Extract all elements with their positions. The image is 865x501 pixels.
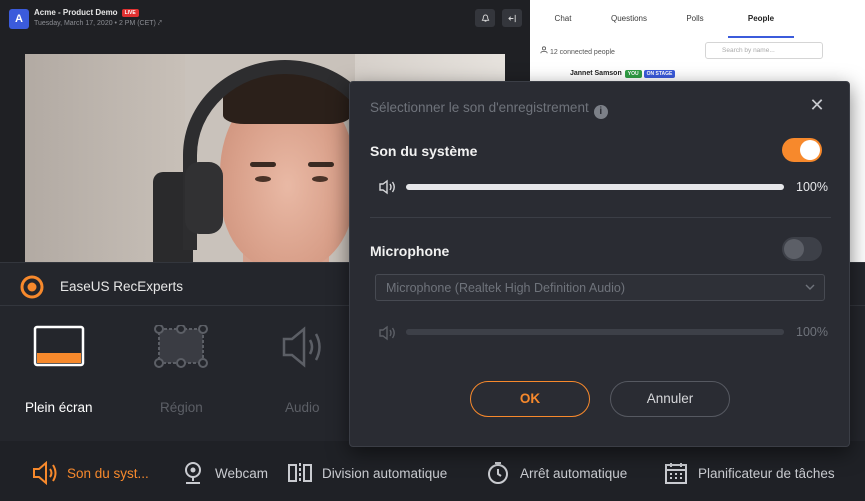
microphone-heading: Microphone	[370, 243, 450, 259]
mode-audio-button[interactable]	[258, 325, 348, 374]
leave-icon[interactable]	[502, 9, 522, 27]
dialog-divider	[370, 217, 831, 218]
mic-volume-fill	[406, 329, 784, 335]
auto-stop-label: Arrêt automatique	[520, 465, 628, 481]
recording-sound-dialog: Sélectionner le son d'enregistrement i ✕ …	[349, 81, 850, 447]
webcam-label: Webcam	[215, 465, 269, 481]
ok-button[interactable]: OK	[470, 381, 590, 417]
auto-split-label: Division automatique	[322, 465, 448, 481]
tab-people[interactable]: People	[728, 0, 794, 38]
system-sound-button[interactable]: Son du syst...	[32, 461, 149, 485]
connected-count-text: 12 connected people	[549, 49, 615, 56]
people-search-input[interactable]: Search by name...	[705, 42, 823, 59]
toggle-knob	[800, 140, 820, 160]
mic-volume-icon	[379, 325, 395, 341]
microphone-device-select[interactable]: Microphone (Realtek High Definition Audi…	[375, 274, 825, 301]
person-icon	[540, 46, 548, 54]
tab-questions[interactable]: Questions	[596, 0, 662, 38]
auto-split-button[interactable]: Division automatique	[287, 461, 447, 485]
microphone-device-value: Microphone (Realtek High Definition Audi…	[386, 281, 626, 295]
dialog-title-wrap: Sélectionner le son d'enregistrement i	[370, 100, 608, 119]
stopwatch-icon	[488, 462, 508, 484]
toggle-knob	[784, 239, 804, 259]
you-badge: YOU	[624, 70, 642, 78]
fullscreen-icon	[33, 325, 85, 367]
task-scheduler-label: Planificateur de tâches	[698, 465, 835, 481]
dialog-title: Sélectionner le son d'enregistrement	[370, 100, 589, 115]
speaker-icon	[33, 461, 57, 485]
system-sound-label: Son du syst...	[67, 465, 149, 481]
system-volume-slider[interactable]	[406, 184, 784, 190]
close-icon[interactable]: ✕	[808, 96, 826, 114]
people-list-item: Jannet Samson YOU ON STAGE	[540, 70, 676, 78]
tab-polls[interactable]: Polls	[662, 0, 728, 38]
split-icon	[288, 463, 312, 483]
mode-region-button[interactable]	[136, 324, 226, 374]
recorder-app-name: EaseUS RecExperts	[60, 279, 184, 294]
mic-volume-value: 100%	[796, 325, 828, 339]
tab-chat[interactable]: Chat	[530, 0, 596, 38]
volume-icon	[379, 179, 395, 195]
side-tabs: Chat Questions Polls People	[530, 0, 865, 38]
chevron-down-icon	[805, 284, 815, 290]
bell-icon[interactable]	[475, 9, 495, 27]
info-icon[interactable]: i	[593, 105, 608, 119]
system-volume-value: 100%	[796, 180, 828, 194]
on-stage-badge: ON STAGE	[643, 70, 676, 78]
connected-count: 12 connected people	[540, 46, 615, 56]
easeus-logo-icon	[20, 275, 44, 299]
auto-stop-button[interactable]: Arrêt automatique	[485, 461, 627, 485]
system-volume-fill	[406, 184, 784, 190]
system-sound-heading: Son du système	[370, 143, 478, 159]
meeting-title-wrap: Acme - Product Demo LIVE	[34, 8, 139, 17]
mic-volume-slider[interactable]	[406, 329, 784, 335]
meeting-header: A Acme - Product Demo LIVE Tuesday, March…	[0, 0, 530, 40]
region-icon	[154, 324, 208, 368]
mode-fullscreen-label: Plein écran	[25, 400, 93, 415]
webcam-icon	[185, 462, 201, 484]
audio-speaker-icon	[282, 326, 321, 368]
meeting-title: Acme - Product Demo	[34, 8, 118, 17]
cancel-button[interactable]: Annuler	[610, 381, 730, 417]
mode-fullscreen-button[interactable]	[14, 325, 104, 374]
task-scheduler-button[interactable]: Planificateur de tâches	[663, 461, 835, 485]
meeting-logo: A	[9, 9, 29, 29]
live-badge: LIVE	[121, 8, 139, 17]
microphone-toggle[interactable]	[782, 237, 822, 261]
mode-region-label: Région	[160, 400, 203, 415]
system-sound-toggle[interactable]	[782, 138, 822, 162]
webcam-button[interactable]: Webcam	[180, 461, 268, 485]
calendar-icon	[665, 463, 687, 484]
mode-audio-label: Audio	[285, 400, 320, 415]
meeting-subtitle: Tuesday, March 17, 2020 • 2 PM (CET) ⤤	[34, 20, 162, 27]
person-name: Jannet Samson	[570, 70, 622, 77]
